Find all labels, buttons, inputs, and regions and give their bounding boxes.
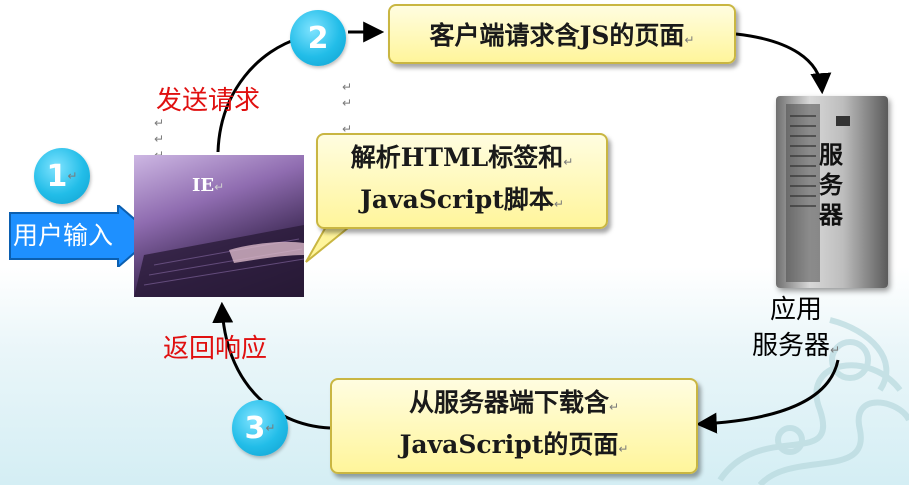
- app-server-label: 应用 服务器↵: [752, 292, 840, 368]
- browser-label: IE: [192, 175, 215, 196]
- paragraph-mark: ↵: [342, 96, 353, 110]
- app-server-line-1: 应用: [770, 295, 823, 325]
- step-3-number: 3: [244, 410, 266, 446]
- app-server-line-2: 服务器: [752, 331, 831, 361]
- download-line-2: JavaScript的页面: [399, 430, 619, 459]
- user-input-label: 用户输入: [13, 221, 114, 250]
- download-line-1: 从服务器端下载含: [408, 388, 609, 417]
- parse-line-1: 解析HTML标签和: [350, 143, 564, 172]
- step-2-circle: 2: [290, 10, 346, 66]
- request-box: 客户端请求含JS的页面↵: [388, 4, 736, 64]
- arrow-to-server: [735, 32, 832, 95]
- parse-callout-box: 解析HTML标签和↵ JavaScript脚本↵: [316, 133, 608, 229]
- laptop-browser-image: IE↵: [134, 155, 304, 297]
- server-text: 服务器: [819, 140, 843, 229]
- request-box-text: 客户端请求含JS的页面: [429, 21, 685, 50]
- send-request-label: 发送请求: [156, 86, 261, 116]
- step-1-number: 1: [46, 158, 68, 194]
- step-1-circle: 1 ↵: [34, 148, 90, 204]
- paragraph-mark: ↵: [154, 116, 165, 130]
- step-2-number: 2: [307, 20, 329, 56]
- paragraph-mark: ↵: [342, 80, 353, 94]
- step-3-circle: 3 ↵: [232, 400, 288, 456]
- download-box: 从服务器端下载含↵ JavaScript的页面↵: [330, 378, 698, 474]
- paragraph-mark: ↵: [154, 132, 165, 146]
- parse-line-2: JavaScript脚本: [360, 185, 554, 214]
- return-response-label: 返回响应: [163, 334, 268, 364]
- arrow-server-to-download: [695, 359, 840, 434]
- server-image: 服务器: [776, 96, 888, 288]
